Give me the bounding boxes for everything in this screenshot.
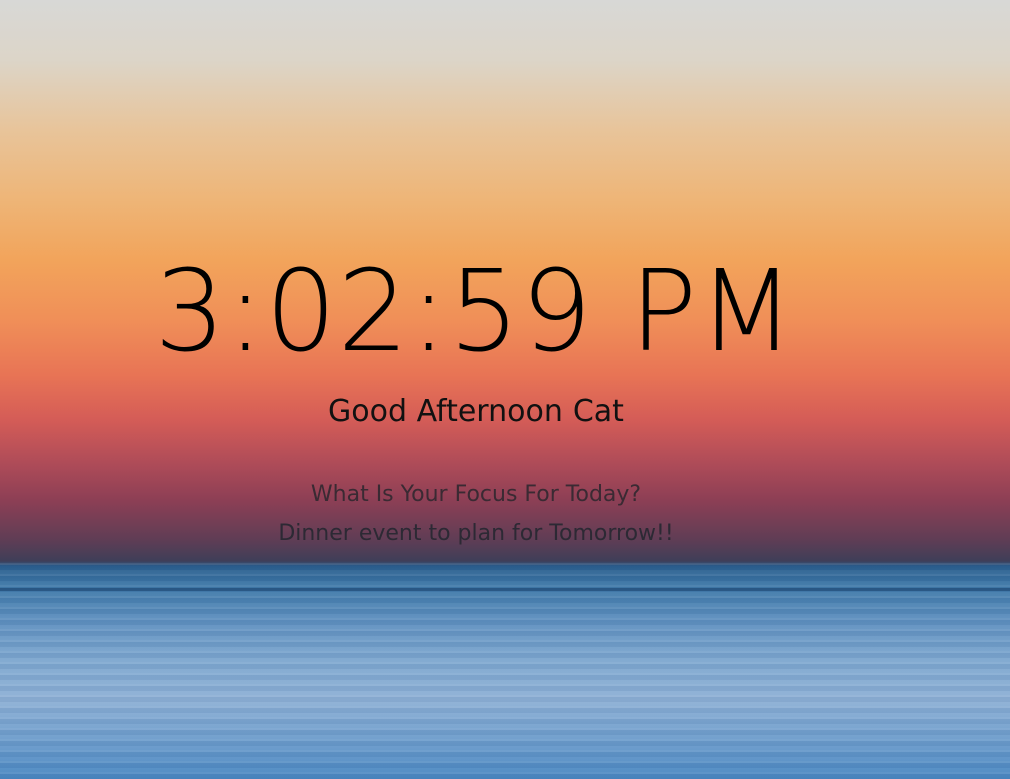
greeting-prefix: Good Afternoon xyxy=(328,394,563,429)
momentum-content: 3:02:59 PM Good Afternoon Cat What Is You… xyxy=(0,0,1010,779)
focus-input[interactable] xyxy=(226,516,726,550)
clock-time: 3:02:59 PM xyxy=(154,247,796,377)
focus-question: What Is Your Focus For Today? xyxy=(310,482,642,507)
greeting-name[interactable]: Cat xyxy=(573,394,624,429)
greeting-text: Good Afternoon Cat xyxy=(0,393,952,431)
